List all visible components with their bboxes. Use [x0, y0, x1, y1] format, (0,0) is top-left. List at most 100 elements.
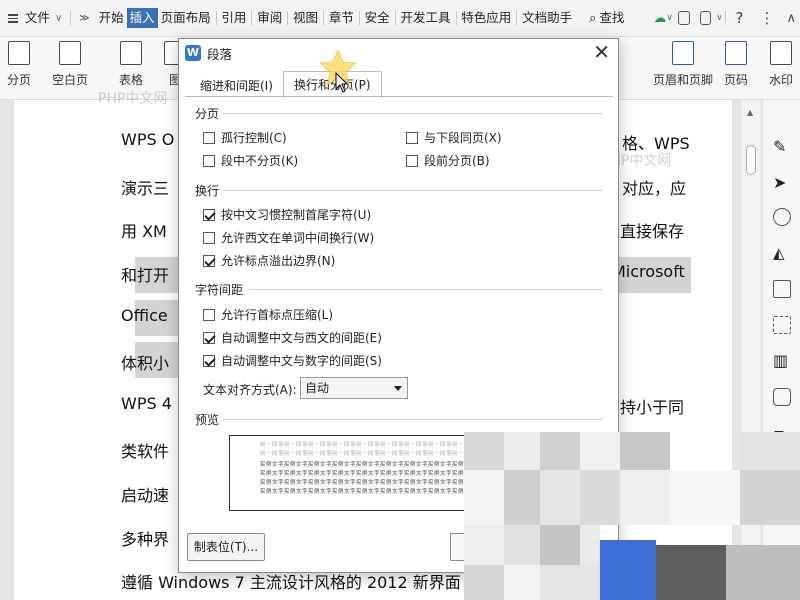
auto-space-numbers-checkbox[interactable]: 自动调整中文与数字的间距(S) [203, 352, 382, 369]
page-number-button[interactable]: 页码 [724, 41, 748, 88]
mosaic-block [504, 525, 540, 565]
close-icon[interactable]: ✕ [593, 42, 610, 62]
right-sidebar: ✎ ➤ ◭ ▥ ⌐ [762, 100, 800, 600]
file-menu[interactable]: 文件 [22, 8, 53, 28]
keep-with-next-checkbox[interactable]: 与下段同页(X) [406, 129, 502, 146]
doc-line: 启动速 [121, 486, 170, 505]
checkbox-box[interactable] [203, 254, 215, 267]
word-wrap-checkbox[interactable]: 允许西文在单词中间换行(W) [203, 229, 374, 246]
text-alignment-select[interactable]: 自动 [300, 377, 408, 399]
menu-tab-view[interactable]: 视图 [290, 8, 321, 28]
scroll-up-icon[interactable]: ▲ [747, 108, 753, 117]
watermark-text: PHP中文网 [98, 91, 168, 107]
keep-lines-together-checkbox[interactable]: 段中不分页(K) [203, 152, 298, 169]
page-break-button[interactable]: 分页 [7, 41, 31, 88]
menu-tab-insert[interactable]: 插入 [126, 8, 158, 28]
blank-page-button[interactable]: 空白页 [52, 41, 88, 88]
search-icon[interactable]: ⌕ [589, 11, 596, 26]
menu-tab-references[interactable]: 引用 [218, 8, 249, 28]
cloud-sync-icon[interactable]: ☁ [653, 11, 666, 26]
header-footer-label: 页眉和页脚 [653, 73, 714, 87]
tab-stops-button[interactable]: 制表位(T)... [187, 533, 265, 561]
help-icon[interactable]: ? [736, 9, 744, 27]
hanging-punctuation-checkbox[interactable]: 允许标点溢出边界(N) [203, 252, 335, 269]
dialog-title-bar[interactable]: W 段落 ✕ [179, 39, 618, 67]
checkbox-box[interactable] [203, 331, 215, 344]
watermark-label: 水印 [769, 73, 794, 87]
checkbox-box[interactable] [203, 154, 215, 167]
group-label-line-break: 换行 [195, 184, 220, 198]
divider [215, 11, 217, 25]
mosaic-block [504, 432, 540, 470]
doc-line: 多种界 [121, 530, 170, 549]
divider [251, 11, 253, 25]
auto-space-western-checkbox[interactable]: 自动调整中文与西文的间距(E) [203, 329, 382, 346]
tab-indent-spacing[interactable]: 缩进和间距(I) [189, 73, 284, 97]
menu-icon[interactable] [8, 13, 18, 23]
chevron-down-icon[interactable]: ∨ [666, 13, 673, 23]
table-button[interactable]: 表格 [119, 41, 143, 88]
cursor-icon[interactable]: ➤ [773, 174, 791, 192]
grid-icon[interactable] [773, 316, 791, 334]
vertical-scrollbar[interactable]: ▲ [742, 100, 760, 600]
doc-line: Office [121, 306, 168, 325]
mosaic-block [540, 432, 580, 470]
menu-tab-review[interactable]: 审阅 [254, 8, 285, 28]
doc-line: 用 XM [121, 222, 167, 241]
scrollbar-thumb[interactable] [746, 145, 756, 175]
watermark-button[interactable]: 水印 [769, 41, 793, 88]
group-label-preview: 预览 [195, 413, 220, 427]
doc-line: 和打开 [121, 266, 170, 285]
checkbox-label: 按中文习惯控制首尾字符(U) [221, 208, 372, 222]
checkbox-box[interactable] [203, 131, 215, 144]
page-break-before-checkbox[interactable]: 段前分页(B) [406, 152, 490, 169]
search-button[interactable]: 查找 [596, 8, 627, 28]
menu-tab-developer[interactable]: 开发工具 [397, 8, 453, 28]
share-icon[interactable] [678, 11, 690, 25]
edit-icon[interactable]: ✎ [773, 138, 791, 156]
menu-tab-doc-assistant[interactable]: 文档助手 [519, 8, 575, 28]
preview-box: 前一段落前一段落前一段落前一段落前一段落前一段落前一段落前一段落前一段落 前一段落… [229, 435, 504, 511]
header-footer-button[interactable]: 页眉和页脚 [653, 41, 713, 88]
divider [323, 11, 324, 25]
table-icon[interactable] [773, 280, 791, 298]
paint-bucket-icon[interactable]: ◭ [773, 244, 791, 262]
mosaic-block [464, 525, 504, 565]
menu-tab-home[interactable]: 开始 [96, 8, 127, 28]
menu-tab-page-layout[interactable]: 页面布局 [158, 8, 214, 28]
menu-tab-special[interactable]: 特色应用 [458, 8, 514, 28]
more-options-icon[interactable]: ⋮ [760, 9, 775, 27]
dropdown-arrow-icon[interactable] [394, 386, 402, 391]
mosaic-block [504, 565, 540, 600]
cjk-line-control-checkbox[interactable]: 按中文习惯控制首尾字符(U) [203, 206, 371, 223]
mosaic-block [656, 545, 726, 600]
mosaic-block [740, 432, 800, 470]
mosaic-block [464, 432, 504, 470]
divider [223, 113, 603, 114]
lock-icon[interactable] [773, 388, 791, 406]
doc-line: 演示三 [121, 179, 170, 198]
mosaic-block [464, 470, 504, 525]
checkbox-box[interactable] [203, 354, 215, 367]
chevron-down-icon[interactable]: ∨ [55, 13, 62, 24]
mosaic-block [580, 525, 600, 565]
tools-icon[interactable] [699, 11, 712, 25]
ok-button[interactable] [450, 533, 464, 561]
checkbox-box[interactable] [406, 154, 418, 167]
checkbox-box[interactable] [203, 231, 215, 244]
chevron-down-icon[interactable]: ∨ [716, 13, 723, 23]
checkbox-box[interactable] [406, 131, 418, 144]
mosaic-block [540, 565, 600, 600]
checkbox-box[interactable] [203, 308, 215, 321]
checkbox-box[interactable] [203, 208, 215, 221]
compress-punctuation-checkbox[interactable]: 允许行首标点压缩(L) [203, 306, 333, 323]
menu-tab-section[interactable]: 章节 [326, 8, 357, 28]
widow-control-checkbox[interactable]: 孤行控制(C) [203, 129, 287, 146]
menu-tab-security[interactable]: 安全 [362, 8, 393, 28]
doc-line: WPS O [121, 130, 175, 149]
shapes-icon[interactable] [773, 208, 791, 226]
collapse-ribbon-icon[interactable]: ∧ [787, 11, 797, 26]
more-icon[interactable]: ≫ [79, 13, 89, 24]
chart-icon[interactable]: ▥ [773, 352, 791, 370]
watermark-icon [770, 41, 792, 65]
